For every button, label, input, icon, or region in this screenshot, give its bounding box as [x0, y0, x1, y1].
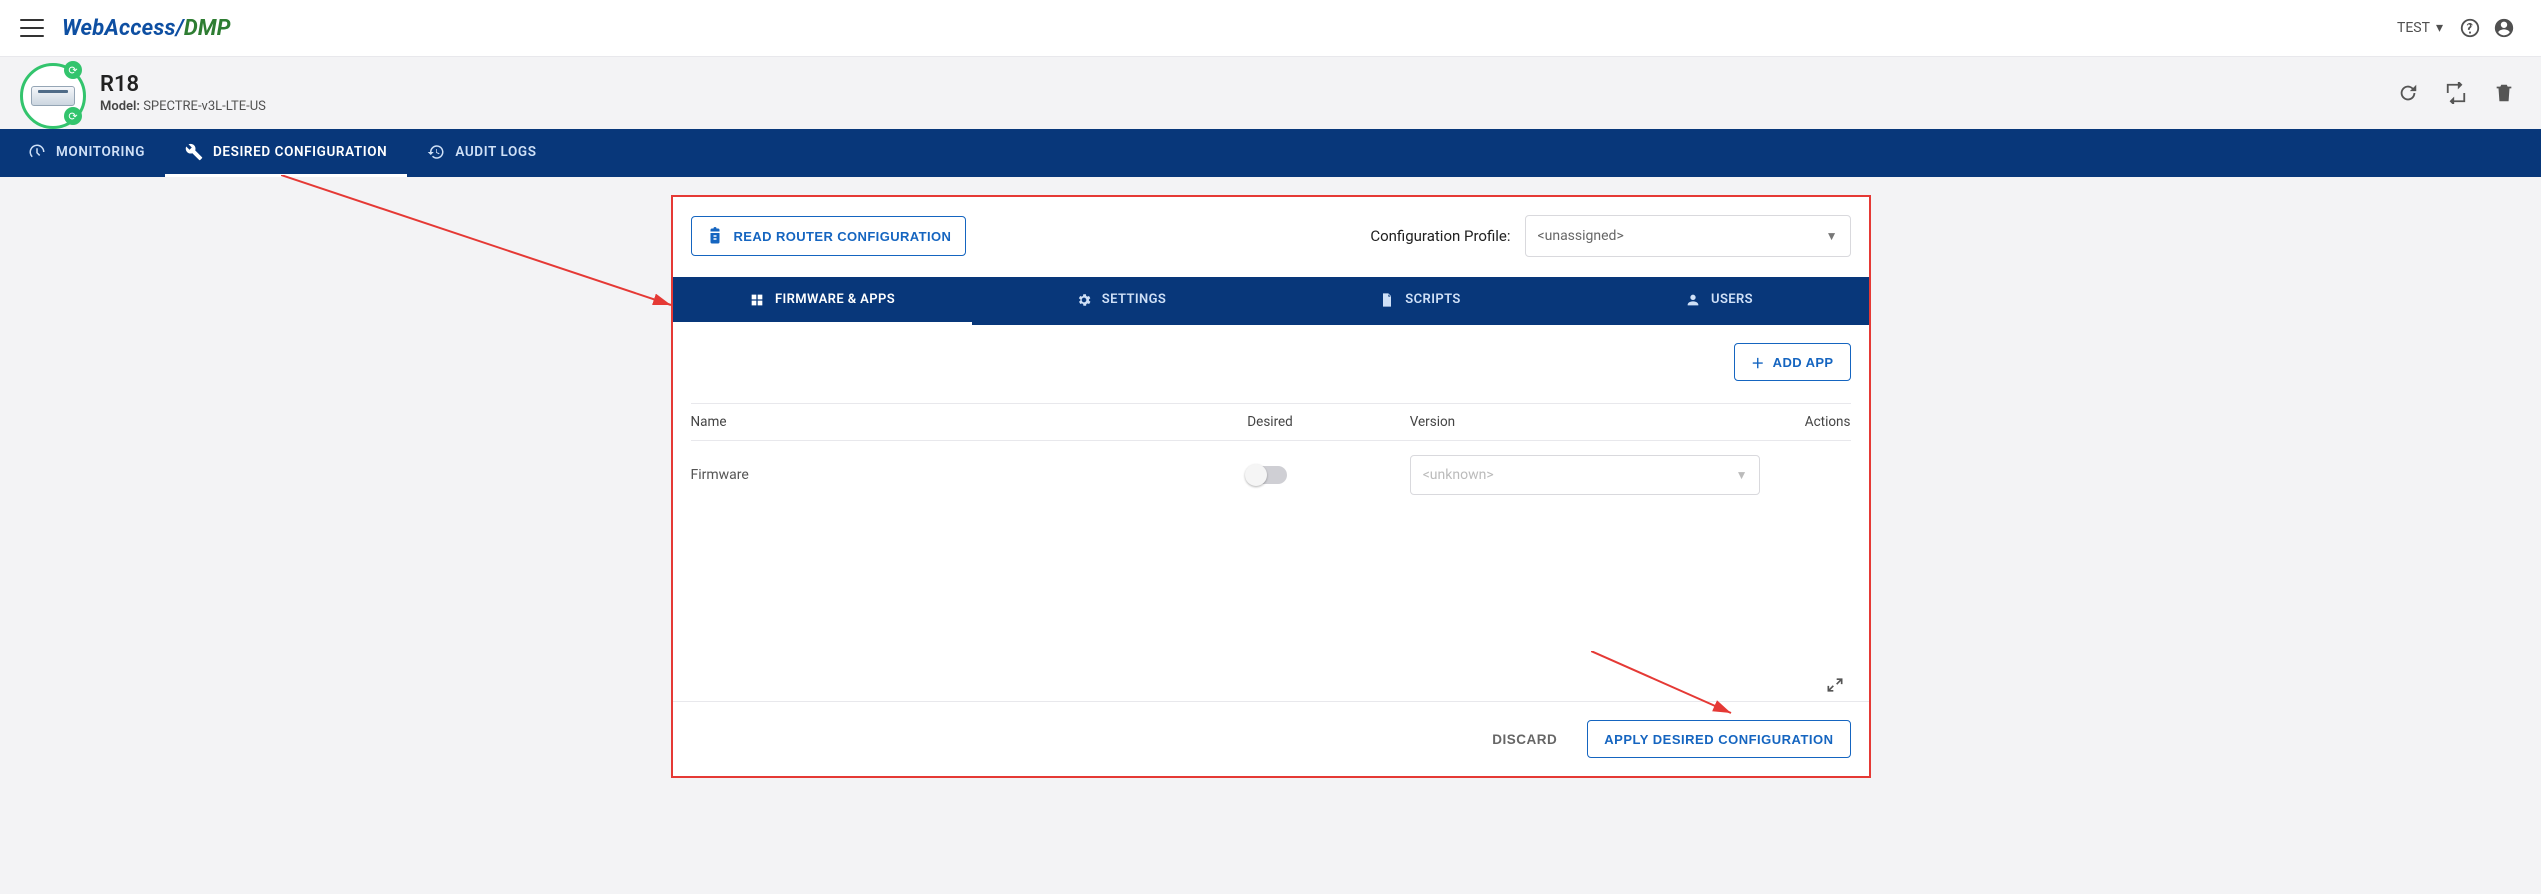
chevron-down-icon: ▾	[2436, 20, 2443, 36]
version-select[interactable]: <unknown> ▼	[1410, 455, 1761, 495]
device-name: R18	[100, 72, 266, 97]
table-header: Name Desired Version Actions	[691, 403, 1851, 441]
add-app-label: ADD APP	[1773, 355, 1834, 370]
col-actions: Actions	[1734, 414, 1850, 430]
company-name: TEST	[2397, 20, 2430, 36]
col-desired: Desired	[1247, 414, 1409, 430]
page-tabs: MONITORING DESIRED CONFIGURATION AUDIT L…	[0, 129, 2541, 177]
config-profile-value: <unassigned>	[1538, 228, 1624, 244]
help-icon[interactable]	[2453, 11, 2487, 45]
status-badge-bottom: ⟳	[64, 107, 82, 125]
desired-toggle[interactable]	[1247, 466, 1287, 484]
tab-desired-configuration[interactable]: DESIRED CONFIGURATION	[165, 129, 407, 177]
subtab-users[interactable]: USERS	[1570, 277, 1869, 325]
discard-button[interactable]: DISCARD	[1486, 731, 1563, 748]
document-icon	[1379, 292, 1395, 308]
read-router-config-label: READ ROUTER CONFIGURATION	[734, 229, 952, 244]
tab-desired-label: DESIRED CONFIGURATION	[213, 144, 387, 160]
user-icon	[1685, 292, 1701, 308]
config-profile-label: Configuration Profile:	[1370, 227, 1510, 245]
chevron-down-icon: ▼	[1826, 229, 1838, 243]
add-app-button[interactable]: ＋ ADD APP	[1734, 343, 1850, 381]
menu-button[interactable]	[20, 16, 44, 40]
company-dropdown[interactable]: TEST ▾	[2387, 14, 2453, 42]
device-avatar: ⟳ ⟳	[20, 63, 80, 123]
tab-audit-logs[interactable]: AUDIT LOGS	[407, 129, 556, 177]
subtab-firmware-apps[interactable]: FIRMWARE & APPS	[673, 277, 972, 325]
annotation-arrow-1	[281, 175, 681, 315]
config-profile-select[interactable]: <unassigned> ▼	[1525, 215, 1851, 257]
apps-icon	[749, 292, 765, 308]
refresh-icon[interactable]	[2391, 76, 2425, 110]
gear-icon	[1076, 292, 1092, 308]
apply-desired-config-button[interactable]: APPLY DESIRED CONFIGURATION	[1587, 720, 1850, 758]
subtab-settings[interactable]: SETTINGS	[972, 277, 1271, 325]
chevron-down-icon: ▼	[1736, 468, 1748, 482]
tab-audit-label: AUDIT LOGS	[455, 144, 536, 160]
trash-icon[interactable]	[2487, 76, 2521, 110]
expand-icon[interactable]	[1825, 675, 1845, 695]
subtab-firmware-label: FIRMWARE & APPS	[775, 292, 895, 307]
account-icon[interactable]	[2487, 11, 2521, 45]
desired-config-panel: READ ROUTER CONFIGURATION Configuration …	[671, 195, 1871, 778]
version-placeholder: <unknown>	[1423, 467, 1494, 483]
device-model-value: SPECTRE-v3L-LTE-US	[143, 99, 266, 114]
table-row: Firmware <unknown> ▼	[691, 441, 1851, 509]
col-name: Name	[691, 414, 1248, 430]
col-version: Version	[1410, 414, 1735, 430]
tab-monitoring[interactable]: MONITORING	[8, 129, 165, 177]
device-sync-icon[interactable]	[2439, 76, 2473, 110]
subtab-settings-label: SETTINGS	[1102, 292, 1166, 307]
device-info: R18 Model: SPECTRE-v3L-LTE-US	[100, 72, 266, 114]
tab-monitoring-label: MONITORING	[56, 144, 145, 160]
subtab-scripts[interactable]: SCRIPTS	[1271, 277, 1570, 325]
read-router-config-button[interactable]: READ ROUTER CONFIGURATION	[691, 216, 967, 256]
status-badge-top: ⟳	[64, 61, 82, 79]
plus-icon: ＋	[1751, 353, 1764, 372]
row-name: Firmware	[691, 467, 1248, 483]
clipboard-icon	[706, 227, 724, 245]
subtab-users-label: USERS	[1711, 292, 1753, 307]
subtab-scripts-label: SCRIPTS	[1405, 292, 1460, 307]
device-model-label: Model:	[100, 99, 140, 114]
brand-logo: WebAccess/DMP	[62, 16, 231, 41]
config-subtabs: FIRMWARE & APPS SETTINGS SCRIPTS USERS	[673, 277, 1869, 325]
